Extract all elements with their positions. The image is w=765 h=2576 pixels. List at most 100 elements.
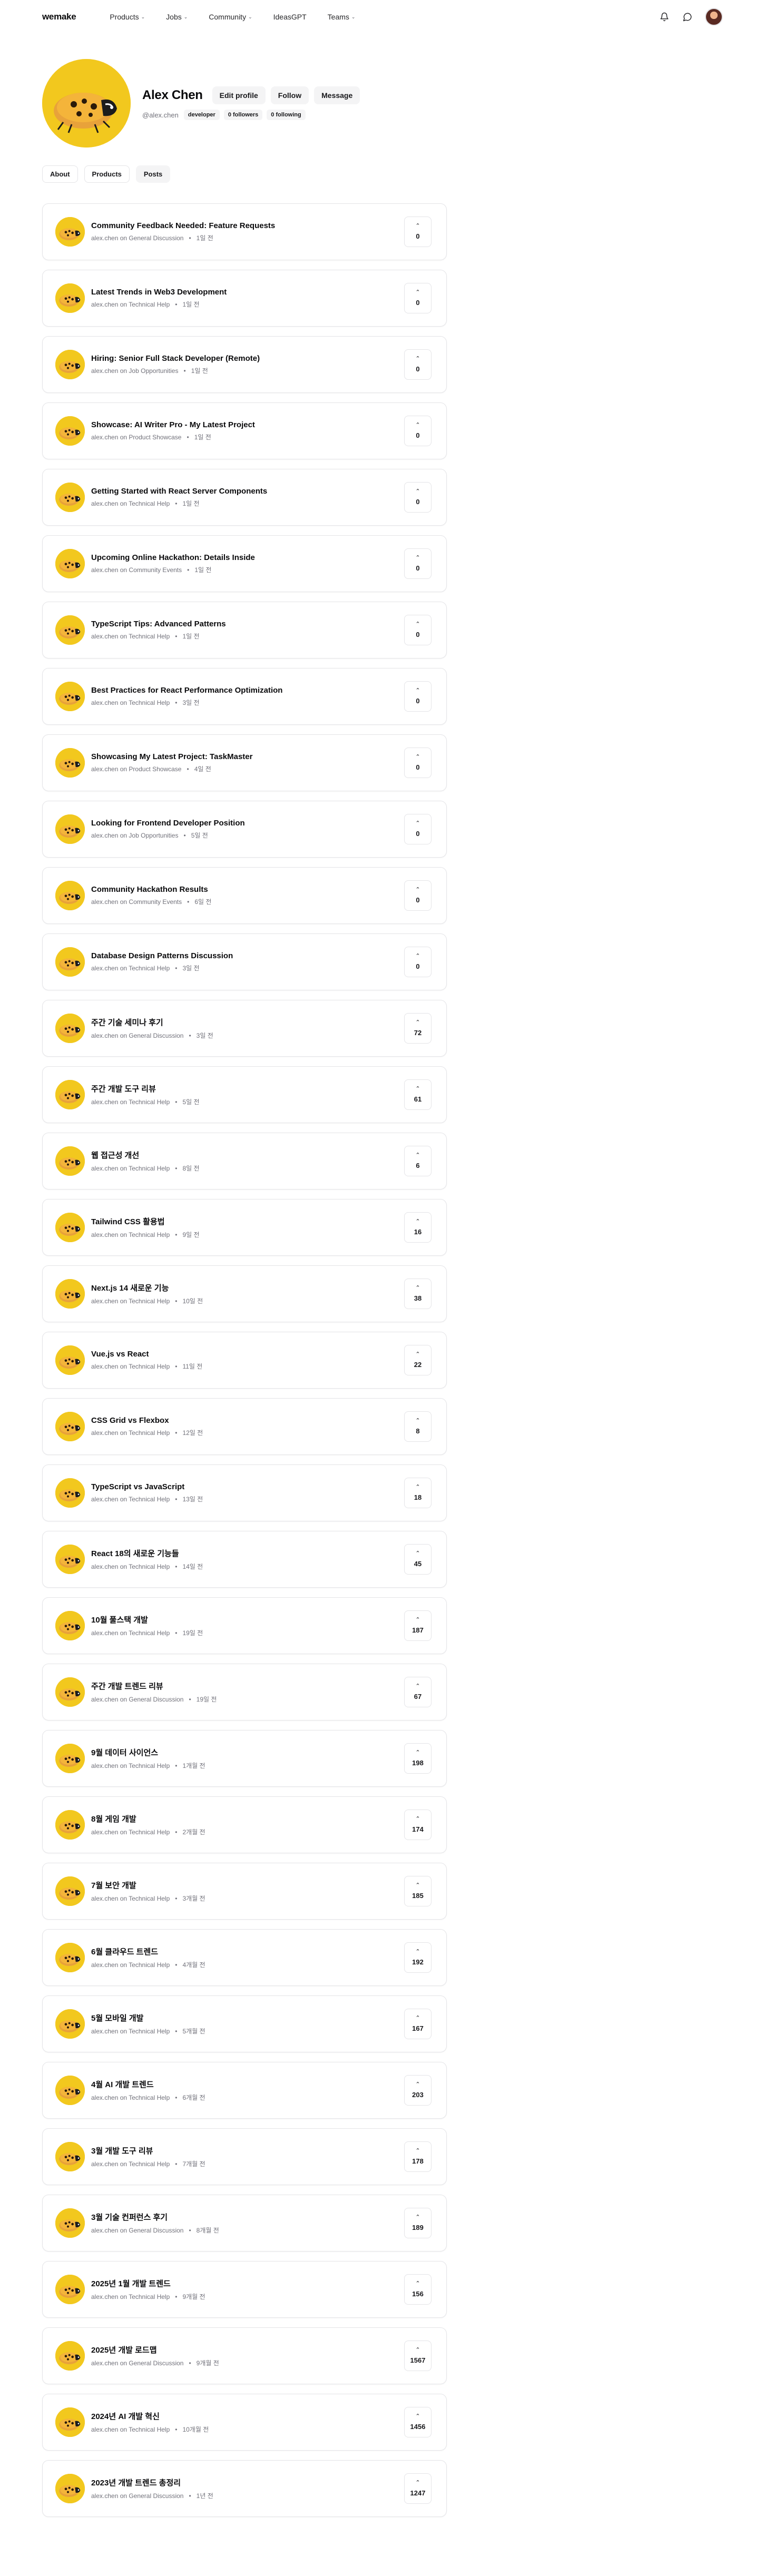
post-category[interactable]: Technical Help: [129, 1563, 170, 1570]
post-category[interactable]: Technical Help: [129, 1629, 170, 1637]
post-author[interactable]: alex.chen: [91, 1629, 118, 1637]
post-card[interactable]: 9월 데이터 사이언스 alex.chen on Technical Help • 1…: [42, 1730, 447, 1787]
post-title[interactable]: Latest Trends in Web3 Development: [91, 288, 404, 297]
post-title[interactable]: 6월 클라우드 트렌드: [91, 1946, 404, 1957]
post-category[interactable]: Technical Help: [129, 633, 170, 640]
post-author[interactable]: alex.chen: [91, 301, 118, 308]
upvote-button[interactable]: ⌃ 156: [404, 2274, 431, 2305]
tab-posts[interactable]: Posts: [135, 165, 171, 183]
post-category[interactable]: General Discussion: [129, 2359, 183, 2367]
post-author[interactable]: alex.chen: [91, 1363, 118, 1370]
upvote-button[interactable]: ⌃ 18: [404, 1478, 431, 1508]
post-category[interactable]: Technical Help: [129, 1297, 170, 1305]
post-title[interactable]: 주간 개발 도구 리뷰: [91, 1083, 404, 1094]
upvote-button[interactable]: ⌃ 0: [404, 947, 431, 977]
post-card[interactable]: 3월 기술 컨퍼런스 후기 alex.chen on General Discus…: [42, 2195, 447, 2251]
post-card[interactable]: Showcasing My Latest Project: TaskMaster…: [42, 734, 447, 791]
upvote-button[interactable]: ⌃ 189: [404, 2208, 431, 2238]
post-title[interactable]: React 18의 새로운 기능들: [91, 1548, 404, 1559]
upvote-button[interactable]: ⌃ 72: [404, 1013, 431, 1044]
post-category[interactable]: Technical Help: [129, 1231, 170, 1238]
tab-products[interactable]: Products: [84, 165, 130, 183]
upvote-button[interactable]: ⌃ 167: [404, 2009, 431, 2039]
upvote-button[interactable]: ⌃ 22: [404, 1345, 431, 1375]
post-title[interactable]: Community Feedback Needed: Feature Reque…: [91, 221, 404, 230]
post-card[interactable]: 주간 개발 트렌드 리뷰 alex.chen on General Discuss…: [42, 1664, 447, 1720]
post-card[interactable]: 10월 풀스택 개발 alex.chen on Technical Help • 19…: [42, 1597, 447, 1654]
bell-icon[interactable]: [659, 11, 670, 23]
nav-item-ideasgpt[interactable]: IdeasGPT: [273, 13, 307, 21]
post-title[interactable]: 웹 접근성 개선: [91, 1149, 404, 1161]
post-category[interactable]: General Discussion: [129, 2492, 183, 2500]
post-title[interactable]: 2025년 1월 개발 트렌드: [91, 2278, 404, 2289]
post-card[interactable]: Best Practices for React Performance Opt…: [42, 668, 447, 725]
post-author[interactable]: alex.chen: [91, 2028, 118, 2035]
post-card[interactable]: React 18의 새로운 기능들 alex.chen on Technical …: [42, 1531, 447, 1588]
upvote-button[interactable]: ⌃ 0: [404, 416, 431, 446]
post-category[interactable]: Technical Help: [129, 301, 170, 308]
post-author[interactable]: alex.chen: [91, 434, 118, 441]
post-card[interactable]: Database Design Patterns Discussion alex.…: [42, 933, 447, 990]
post-category[interactable]: Technical Help: [129, 1762, 170, 1769]
post-author[interactable]: alex.chen: [91, 1098, 118, 1106]
post-category[interactable]: Technical Help: [129, 2094, 170, 2101]
post-card[interactable]: Community Hackathon Results alex.chen on …: [42, 867, 447, 924]
post-author[interactable]: alex.chen: [91, 1165, 118, 1172]
upvote-button[interactable]: ⌃ 0: [404, 615, 431, 645]
post-author[interactable]: alex.chen: [91, 1828, 118, 1836]
post-title[interactable]: 2025년 개발 로드맵: [91, 2344, 404, 2355]
post-title[interactable]: TypeScript Tips: Advanced Patterns: [91, 620, 404, 628]
post-author[interactable]: alex.chen: [91, 234, 118, 242]
post-category[interactable]: Technical Help: [129, 1895, 170, 1902]
post-card[interactable]: TypeScript Tips: Advanced Patterns alex.c…: [42, 602, 447, 658]
upvote-button[interactable]: ⌃ 61: [404, 1079, 431, 1110]
post-author[interactable]: alex.chen: [91, 2426, 118, 2433]
post-card[interactable]: Showcase: AI Writer Pro - My Latest Proj…: [42, 402, 447, 459]
post-author[interactable]: alex.chen: [91, 1961, 118, 1969]
post-title[interactable]: Best Practices for React Performance Opt…: [91, 686, 404, 695]
post-author[interactable]: alex.chen: [91, 1032, 118, 1039]
post-category[interactable]: Technical Help: [129, 2426, 170, 2433]
post-title[interactable]: 7월 보안 개발: [91, 1880, 404, 1891]
post-title[interactable]: CSS Grid vs Flexbox: [91, 1416, 404, 1425]
post-title[interactable]: Hiring: Senior Full Stack Developer (Rem…: [91, 354, 404, 363]
post-category[interactable]: Technical Help: [129, 1363, 170, 1370]
post-author[interactable]: alex.chen: [91, 1696, 118, 1703]
post-title[interactable]: Upcoming Online Hackathon: Details Insid…: [91, 553, 404, 562]
follow-button[interactable]: Follow: [270, 86, 309, 104]
post-card[interactable]: Next.js 14 새로운 기능 alex.chen on Technical …: [42, 1265, 447, 1322]
post-card[interactable]: 주간 개발 도구 리뷰 alex.chen on Technical Help • 5…: [42, 1066, 447, 1123]
post-category[interactable]: Technical Help: [129, 965, 170, 972]
post-card[interactable]: Tailwind CSS 활용법 alex.chen on Technical H…: [42, 1199, 447, 1256]
upvote-button[interactable]: ⌃ 0: [404, 548, 431, 579]
post-author[interactable]: alex.chen: [91, 1563, 118, 1570]
post-card[interactable]: TypeScript vs JavaScript alex.chen on Tec…: [42, 1464, 447, 1521]
post-card[interactable]: Latest Trends in Web3 Development alex.ch…: [42, 270, 447, 327]
upvote-button[interactable]: ⌃ 192: [404, 1942, 431, 1973]
upvote-button[interactable]: ⌃ 174: [404, 1810, 431, 1840]
post-category[interactable]: Technical Help: [129, 1961, 170, 1969]
post-author[interactable]: alex.chen: [91, 2293, 118, 2300]
post-title[interactable]: 10월 풀스택 개발: [91, 1614, 404, 1625]
post-author[interactable]: alex.chen: [91, 765, 118, 773]
upvote-button[interactable]: ⌃ 0: [404, 880, 431, 911]
message-icon[interactable]: [682, 11, 693, 23]
upvote-button[interactable]: ⌃ 0: [404, 283, 431, 313]
post-title[interactable]: Database Design Patterns Discussion: [91, 951, 404, 960]
post-category[interactable]: Technical Help: [129, 1828, 170, 1836]
post-card[interactable]: 7월 보안 개발 alex.chen on Technical Help • 3개월 …: [42, 1863, 447, 1920]
post-category[interactable]: Job Opportunities: [129, 832, 178, 839]
upvote-button[interactable]: ⌃ 45: [404, 1544, 431, 1575]
post-author[interactable]: alex.chen: [91, 1231, 118, 1238]
post-title[interactable]: Tailwind CSS 활용법: [91, 1216, 404, 1227]
upvote-button[interactable]: ⌃ 1456: [404, 2407, 431, 2437]
post-card[interactable]: Vue.js vs React alex.chen on Technical He…: [42, 1332, 447, 1389]
upvote-button[interactable]: ⌃ 0: [404, 814, 431, 844]
post-author[interactable]: alex.chen: [91, 367, 118, 375]
upvote-button[interactable]: ⌃ 198: [404, 1743, 431, 1774]
post-category[interactable]: Technical Help: [129, 1165, 170, 1172]
post-author[interactable]: alex.chen: [91, 2227, 118, 2234]
post-author[interactable]: alex.chen: [91, 1297, 118, 1305]
upvote-button[interactable]: ⌃ 203: [404, 2075, 431, 2106]
post-author[interactable]: alex.chen: [91, 500, 118, 507]
